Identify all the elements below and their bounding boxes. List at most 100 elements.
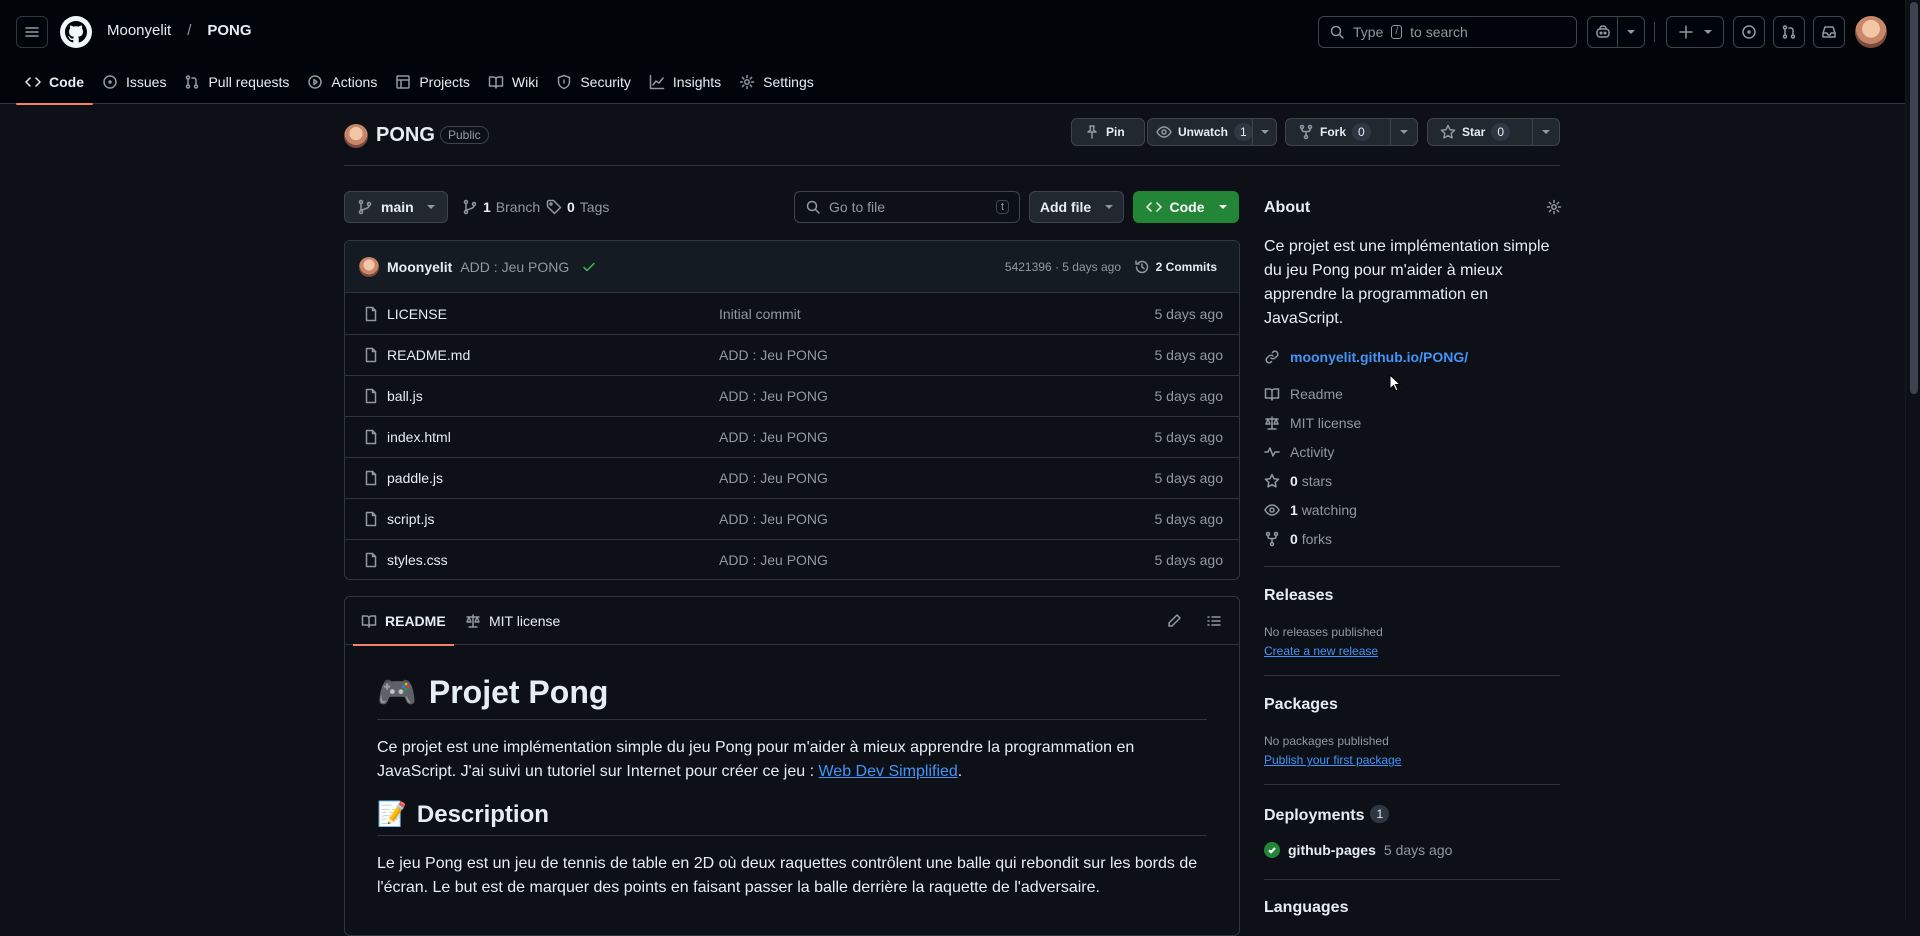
star-icon [1440, 124, 1456, 140]
forks-link[interactable]: 0 forks [1264, 531, 1332, 547]
tab-issues[interactable]: Issues [93, 60, 175, 104]
fork-icon [1264, 531, 1280, 547]
go-to-file-input[interactable]: Go to file t [794, 191, 1020, 223]
tab-pull-requests[interactable]: Pull requests [175, 60, 298, 104]
page-scrollbar[interactable] [1905, 0, 1920, 919]
homepage-link[interactable]: moonyelit.github.io/PONG/ [1264, 349, 1468, 365]
file-commit-message[interactable]: ADD : Jeu PONG [719, 470, 828, 486]
commit-message[interactable]: ADD : Jeu PONG [460, 259, 569, 275]
file-row[interactable]: ball.js ADD : Jeu PONG 5 days ago [345, 375, 1239, 416]
fork-button[interactable]: Fork 0 [1285, 118, 1418, 146]
outline-list-icon[interactable] [1206, 613, 1222, 629]
file-row[interactable]: styles.css ADD : Jeu PONG 5 days ago [345, 539, 1239, 579]
file-commit-date: 5 days ago [1154, 347, 1224, 363]
branch-icon [357, 199, 373, 215]
file-name[interactable]: ball.js [387, 388, 423, 404]
file-commit-date: 5 days ago [1154, 552, 1224, 568]
file-row[interactable]: script.js ADD : Jeu PONG 5 days ago [345, 498, 1239, 539]
search-input[interactable]: Type / to search [1318, 16, 1577, 48]
breadcrumb-repo[interactable]: PONG [207, 22, 251, 39]
deployment-item[interactable]: github-pages 5 days ago [1264, 842, 1452, 858]
tab-code[interactable]: Code [16, 60, 93, 105]
file-commit-message[interactable]: ADD : Jeu PONG [719, 347, 828, 363]
code-button[interactable]: Code [1133, 191, 1239, 223]
user-avatar[interactable] [1855, 16, 1887, 48]
tutorial-link[interactable]: Web Dev Simplified [818, 763, 957, 780]
stars-link[interactable]: 0 stars [1264, 473, 1332, 489]
tags-link[interactable]: 0 Tags [546, 199, 609, 215]
github-logo[interactable] [60, 16, 92, 48]
file-name[interactable]: script.js [387, 511, 434, 527]
go-to-file-shortcut: t [995, 200, 1009, 214]
file-icon [363, 470, 379, 486]
graph-icon [649, 74, 665, 90]
watch-dropdown[interactable] [1252, 119, 1277, 145]
file-name[interactable]: index.html [387, 429, 451, 445]
file-row[interactable]: LICENSE Initial commit 5 days ago [345, 293, 1239, 334]
pull-requests-button[interactable] [1773, 16, 1805, 48]
file-commit-message[interactable]: ADD : Jeu PONG [719, 388, 828, 404]
search-icon [1329, 24, 1345, 40]
deployments-heading[interactable]: Deployments 1 [1264, 805, 1390, 825]
breadcrumb-owner[interactable]: Moonyelit [107, 22, 171, 39]
file-row[interactable]: index.html ADD : Jeu PONG 5 days ago [345, 416, 1239, 457]
tab-mit-license[interactable]: MIT license [465, 597, 560, 645]
file-commit-message[interactable]: ADD : Jeu PONG [719, 429, 828, 445]
publish-package-link[interactable]: Publish your first package [1264, 753, 1401, 767]
file-name[interactable]: README.md [387, 347, 470, 363]
tab-settings[interactable]: Settings [730, 60, 823, 104]
activity-link[interactable]: Activity [1264, 444, 1334, 460]
chevron-down-icon [1105, 205, 1114, 209]
pin-button[interactable]: Pin [1071, 118, 1145, 146]
check-icon[interactable] [581, 259, 597, 275]
star-dropdown[interactable] [1532, 119, 1559, 145]
commits-link[interactable]: 2 Commits [1134, 259, 1217, 275]
breadcrumb-separator: / [187, 22, 192, 39]
repo-owner-avatar [344, 124, 368, 148]
tab-label: Settings [763, 74, 814, 90]
languages-heading: Languages [1264, 899, 1349, 916]
copilot-button[interactable] [1587, 16, 1645, 48]
watching-link[interactable]: 1 watching [1264, 502, 1357, 518]
inbox-button[interactable] [1813, 16, 1845, 48]
commit-author[interactable]: Moonyelit [387, 259, 452, 275]
edit-pencil-icon[interactable] [1166, 613, 1182, 629]
repo-title[interactable]: PONG [376, 124, 435, 147]
fork-dropdown[interactable] [1390, 119, 1417, 145]
star-button[interactable]: Star 0 [1427, 118, 1560, 146]
tag-icon [546, 199, 562, 215]
file-name[interactable]: styles.css [387, 552, 448, 568]
menu-button[interactable] [16, 16, 48, 48]
tab-actions[interactable]: Actions [298, 60, 386, 104]
tab-wiki[interactable]: Wiki [479, 60, 547, 104]
file-commit-message[interactable]: ADD : Jeu PONG [719, 511, 828, 527]
create-release-link[interactable]: Create a new release [1264, 644, 1378, 658]
packages-heading[interactable]: Packages [1264, 696, 1338, 714]
issues-button[interactable] [1733, 16, 1765, 48]
file-commit-message[interactable]: ADD : Jeu PONG [719, 552, 828, 568]
gear-icon[interactable] [1546, 199, 1562, 215]
create-new-button[interactable] [1666, 16, 1724, 48]
branch-selector[interactable]: main [344, 191, 448, 223]
tab-projects[interactable]: Projects [386, 60, 479, 104]
commit-hash-time[interactable]: 5421396 · 5 days ago [1005, 260, 1121, 274]
sidebar-divider [1264, 675, 1560, 676]
tab-security[interactable]: Security [547, 60, 640, 104]
scrollbar-thumb[interactable] [1910, 2, 1918, 394]
file-row[interactable]: README.md ADD : Jeu PONG 5 days ago [345, 334, 1239, 375]
tab-insights[interactable]: Insights [640, 60, 730, 104]
readme-intro-end: . [957, 763, 963, 780]
file-name[interactable]: paddle.js [387, 470, 443, 486]
watch-button[interactable]: Unwatch 1 [1147, 118, 1277, 146]
readme-link[interactable]: Readme [1264, 386, 1343, 402]
add-file-button[interactable]: Add file [1029, 191, 1124, 223]
file-row[interactable]: paddle.js ADD : Jeu PONG 5 days ago [345, 457, 1239, 498]
readme-subheading: 📝 Description [377, 800, 1207, 836]
file-name[interactable]: LICENSE [387, 306, 447, 322]
license-link[interactable]: MIT license [1264, 415, 1361, 431]
global-header: Moonyelit / PONG Type / to search Code I… [0, 0, 1905, 105]
releases-heading[interactable]: Releases [1264, 587, 1333, 605]
file-commit-message[interactable]: Initial commit [719, 306, 801, 322]
branches-link[interactable]: 1 Branch [462, 199, 540, 215]
tab-readme[interactable]: README [353, 597, 454, 646]
